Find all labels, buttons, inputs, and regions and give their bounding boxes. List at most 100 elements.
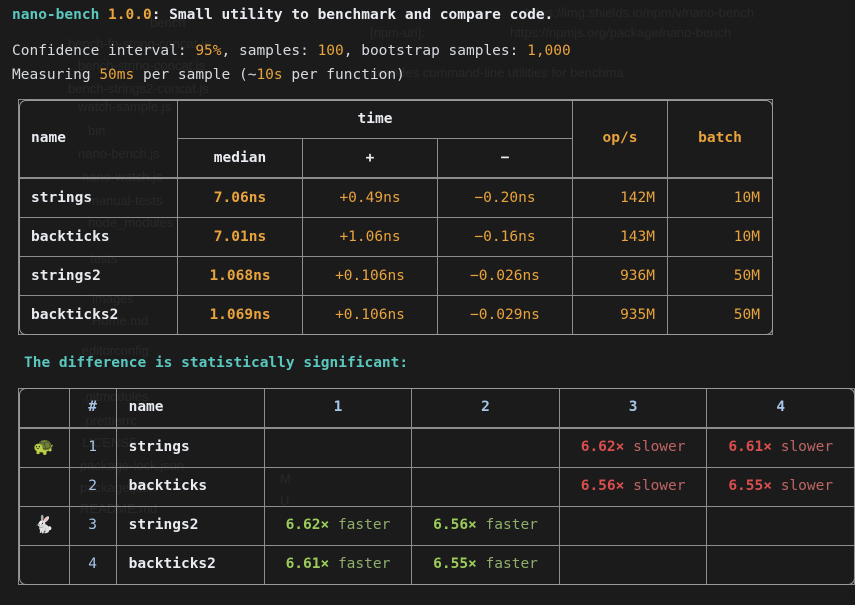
confidence-value: 95% [195,43,222,60]
cell-batch: 50M [667,256,773,297]
measuring-total-time: 10s [256,66,283,83]
emoji-cell-empty [18,466,70,507]
comparison-word: slower [771,478,834,495]
cell-median: 1.068ns [177,256,303,297]
header-time: time [177,99,573,140]
cell-comparison-3: 6.56× slower [558,466,708,507]
cell-comparison-2: 6.56× faster [411,505,560,546]
cell-name: strings [18,177,178,219]
cell-name: strings2 [115,505,265,546]
cell-batch: 50M [667,295,773,336]
tool-description: Small utility to benchmark and compare c… [169,7,554,23]
comparison-word: slower [624,439,686,456]
cell-ops: 936M [572,256,668,297]
comparison-factor: 6.61× [285,556,330,573]
table-row: strings 7.06ns +0.49ns −0.20ns 142M 10M [18,177,773,219]
header-name: name [18,99,178,179]
bootstrap-value: 1,000 [527,43,571,60]
header-index: # [68,387,117,429]
comparison-header-row: # name 1 2 3 4 [18,387,855,429]
cell-comparison-4: 6.55× slower [706,466,855,507]
cell-name: strings [115,426,265,468]
emoji-cell-empty [18,544,70,585]
header-batch: batch [667,99,773,179]
comparison-table-wrap: # name 1 2 3 4 🐢 1 strings 6.62× slower 6.61… [18,387,855,585]
cell-comparison-4: 6.61× slower [706,426,855,468]
comparison-word: slower [624,478,686,495]
cell-plus: +1.06ns [302,217,438,258]
results-table-body: strings 7.06ns +0.49ns −0.20ns 142M 10M backti… [18,177,773,336]
confidence-label: Confidence interval: [12,43,196,60]
measuring-mid: per sample (~ [134,66,257,83]
header-plus: + [302,138,438,179]
header-col-3: 3 [558,387,708,429]
cell-plus: +0.106ns [302,295,438,336]
header-median: median [177,138,303,179]
samples-label: , samples: [221,43,318,60]
comparison-table: # name 1 2 3 4 🐢 1 strings 6.62× slower 6.61… [18,387,855,585]
comparison-word: slower [771,439,834,456]
cell-minus: −0.026ns [437,256,573,297]
cell-index: 1 [68,426,117,468]
cell-comparison-2 [411,466,560,507]
cell-comparison-2 [411,426,560,468]
cell-median: 7.01ns [177,217,303,258]
cell-minus: −0.029ns [437,295,573,336]
comparison-factor: 6.55× [728,478,772,495]
significance-message: The difference is statistically signific… [24,355,409,372]
table-row: strings2 1.068ns +0.106ns −0.026ns 936M 50M [18,256,773,297]
cell-minus: −0.16ns [437,217,573,258]
comparison-factor: 6.62× [580,439,625,456]
terminal-output: nano-bench 1.0.0: Small utility to bench… [0,0,855,585]
comparison-word: faster [476,556,538,573]
comparison-factor: 6.56× [580,478,625,495]
cell-index: 4 [68,544,117,585]
header-col-1: 1 [263,387,413,429]
cell-batch: 10M [667,177,773,219]
comparison-factor: 6.62× [285,517,330,534]
measuring-sample-time: 50ms [99,66,135,83]
comparison-factor: 6.56× [433,517,477,534]
tool-header-line: nano-bench 1.0.0: Small utility to bench… [12,4,855,27]
cell-name: backticks [18,217,178,258]
cell-batch: 10M [667,217,773,258]
cell-median: 1.069ns [177,295,303,336]
tool-version: 1.0.0 [108,7,152,23]
table-row: 🐢 1 strings 6.62× slower 6.61× slower [18,426,855,468]
cell-plus: +0.106ns [302,256,438,297]
results-table: name time op/s batch median + − strings 7… [18,99,773,336]
table-row: 🐇 3 strings2 6.62× faster 6.56× faster [18,505,855,546]
comparison-table-body: 🐢 1 strings 6.62× slower 6.61× slower 2 backti… [18,426,855,585]
cell-comparison-3 [558,544,708,585]
comparison-word: faster [476,517,538,534]
measuring-suffix: per function) [282,66,405,83]
cell-comparison-1 [263,426,413,468]
turtle-icon: 🐢 [18,426,70,468]
cell-median: 7.06ns [177,177,303,219]
cell-ops: 935M [572,295,668,336]
cell-name: strings2 [18,256,178,297]
header-separator: : [151,7,170,23]
comparison-word: faster [329,517,391,534]
cell-comparison-4 [706,544,855,585]
tool-name: nano-bench [12,7,100,23]
measuring-prefix: Measuring [12,66,100,83]
comparison-factor: 6.61× [728,439,772,456]
header-col-2: 2 [411,387,560,429]
measuring-line: Measuring 50ms per sample (~10s per func… [12,64,855,87]
cell-ops: 142M [572,177,668,219]
cell-minus: −0.20ns [437,177,573,219]
results-table-wrap: name time op/s batch median + − strings 7… [18,99,855,336]
cell-comparison-4 [706,505,855,546]
table-row: 2 backticks 6.56× slower 6.55× slower [18,466,855,507]
header-minus: − [437,138,573,179]
bootstrap-label: , bootstrap samples: [343,43,528,60]
header-ops: op/s [572,99,668,179]
cell-comparison-1: 6.61× faster [263,544,413,585]
cell-plus: +0.49ns [302,177,438,219]
results-header-row-top: name time op/s batch [18,99,773,179]
table-row: 4 backticks2 6.61× faster 6.55× faster [18,544,855,585]
cell-name: backticks2 [115,544,265,585]
header-col-4: 4 [706,387,855,429]
table-row: backticks2 1.069ns +0.106ns −0.029ns 935M 50M [18,295,773,336]
